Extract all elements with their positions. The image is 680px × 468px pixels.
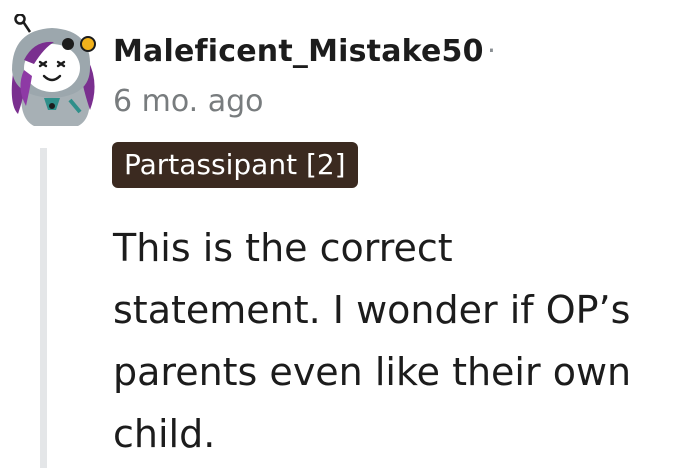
comment: Maleficent_Mistake50 · 6 mo. ago Partass… (0, 0, 680, 468)
comment-body-line: This is the correct (113, 226, 453, 270)
timestamp[interactable]: 6 mo. ago (113, 84, 264, 119)
comment-body-line: parents even like their own (113, 350, 632, 394)
meta-separator: · (487, 34, 496, 67)
comment-body-line: child. (113, 412, 216, 456)
thread-line[interactable] (40, 148, 47, 468)
comment-body-line: statement. I wonder if OP’s (113, 288, 631, 332)
username[interactable]: Maleficent_Mistake50 (113, 34, 484, 69)
snoo-avatar-icon[interactable] (4, 13, 98, 128)
comment-body: This is the correct statement. I wonder … (113, 217, 673, 465)
user-flair: Partassipant [2] (112, 142, 358, 188)
